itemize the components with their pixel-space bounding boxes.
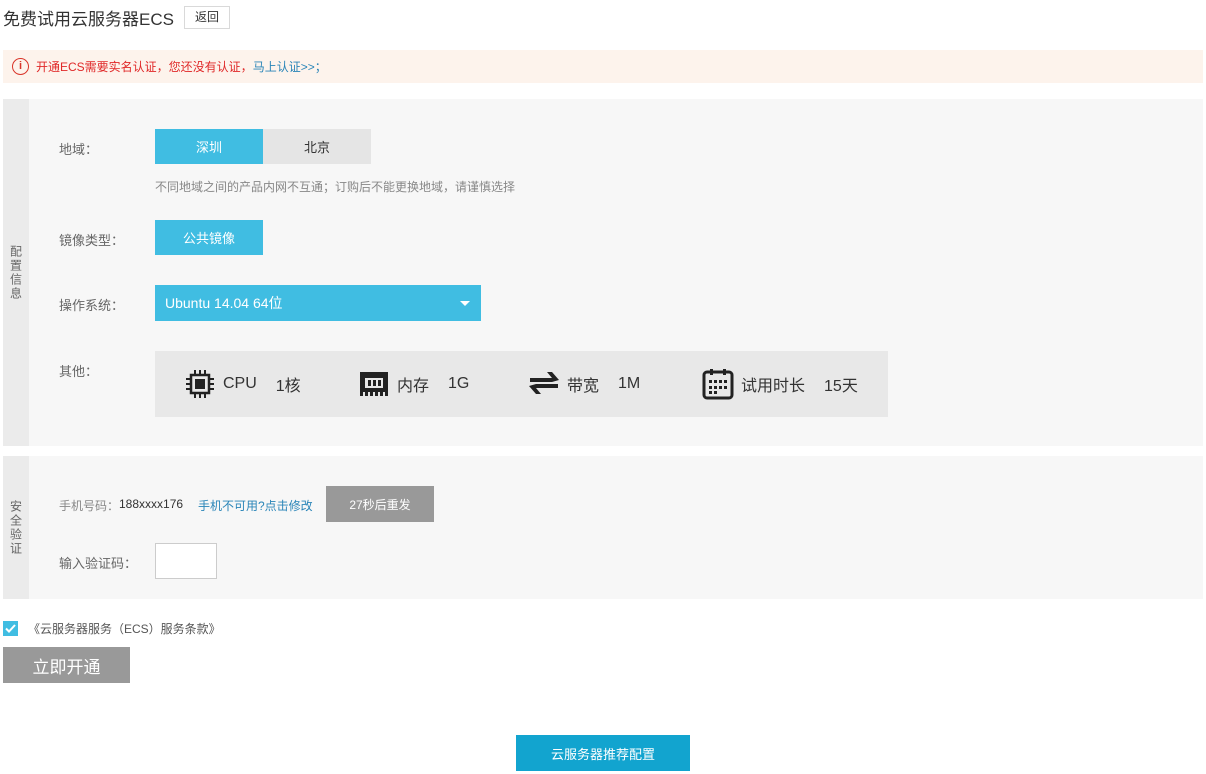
region-option-beijing[interactable]: 北京 bbox=[263, 129, 371, 164]
spec-name: 带宽 bbox=[567, 378, 600, 395]
os-label: 操作系统： bbox=[59, 298, 125, 313]
verify-now-link[interactable]: 马上认证>>； bbox=[253, 58, 327, 75]
os-selected-value: Ubuntu 14.04 64位 bbox=[165, 295, 283, 311]
region-label: 地域： bbox=[59, 142, 99, 157]
page-title: 免费试用云服务器ECS bbox=[3, 9, 174, 29]
spec-trial-duration: 试用时长 15天 bbox=[701, 366, 858, 402]
spec-cpu: CPU 1核 bbox=[183, 366, 301, 402]
resend-code-button[interactable]: 27秒后重发 bbox=[326, 486, 434, 522]
activate-button[interactable]: 立即开通 bbox=[3, 647, 130, 683]
back-button[interactable]: 返回 bbox=[183, 5, 230, 29]
spec-name: CPU bbox=[223, 375, 257, 392]
recommend-config-button[interactable]: 云服务器推荐配置 bbox=[516, 735, 690, 771]
spec-value: 1M bbox=[618, 375, 641, 392]
terms-checkbox[interactable] bbox=[3, 621, 18, 636]
verification-code-input[interactable] bbox=[155, 543, 217, 579]
change-phone-link[interactable]: 手机不可用?点击修改 bbox=[198, 497, 313, 514]
phone-label: 手机号码： bbox=[59, 499, 120, 513]
region-selector: 深圳 北京 bbox=[155, 129, 371, 164]
image-type-public[interactable]: 公共镜像 bbox=[155, 220, 263, 255]
verification-alert: i 开通ECS需要实名认证，您还没有认证， 马上认证>>； bbox=[3, 50, 1203, 83]
spec-value: 15天 bbox=[824, 378, 858, 395]
security-panel: 安全验证 手机号码： 188xxxx176 手机不可用?点击修改 27秒后重发 … bbox=[3, 456, 1203, 599]
spec-value: 1核 bbox=[275, 378, 301, 395]
code-label: 输入验证码： bbox=[59, 556, 138, 571]
security-side-label: 安全验证 bbox=[3, 456, 29, 599]
terms-link[interactable]: 《云服务器服务（ECS）服务条款》 bbox=[28, 620, 221, 637]
terms-row: 《云服务器服务（ECS）服务条款》 bbox=[3, 620, 221, 637]
image-type-label: 镜像类型： bbox=[59, 233, 125, 248]
memory-icon bbox=[357, 367, 391, 401]
calendar-icon bbox=[701, 367, 735, 401]
bandwidth-icon bbox=[527, 367, 561, 401]
check-icon bbox=[5, 624, 16, 633]
spec-name: 内存 bbox=[397, 378, 430, 395]
info-icon: i bbox=[12, 58, 29, 75]
phone-number: 188xxxx176 bbox=[119, 497, 184, 511]
os-select[interactable]: Ubuntu 14.04 64位 bbox=[155, 285, 481, 321]
alert-message: 开通ECS需要实名认证，您还没有认证， bbox=[36, 60, 253, 74]
region-option-shenzhen[interactable]: 深圳 bbox=[155, 129, 263, 164]
other-label: 其他： bbox=[59, 364, 99, 379]
spec-memory: 内存 1G bbox=[357, 366, 469, 402]
config-panel: 配置信息 地域： 深圳 北京 不同地域之间的产品内网不互通；订购后不能更换地域，… bbox=[3, 99, 1203, 446]
spec-name: 试用时长 bbox=[741, 378, 806, 395]
spec-summary: CPU 1核 内存 1G 带宽 1M 试用时长 15天 bbox=[155, 351, 888, 417]
cpu-icon bbox=[183, 367, 217, 401]
region-hint: 不同地域之间的产品内网不互通；订购后不能更换地域，请谨慎选择 bbox=[155, 180, 516, 194]
page-header: 免费试用云服务器ECS 返回 bbox=[3, 5, 230, 29]
spec-value: 1G bbox=[448, 375, 470, 392]
caret-down-icon bbox=[460, 301, 470, 306]
config-side-label: 配置信息 bbox=[3, 99, 29, 446]
spec-bandwidth: 带宽 1M bbox=[527, 366, 640, 402]
